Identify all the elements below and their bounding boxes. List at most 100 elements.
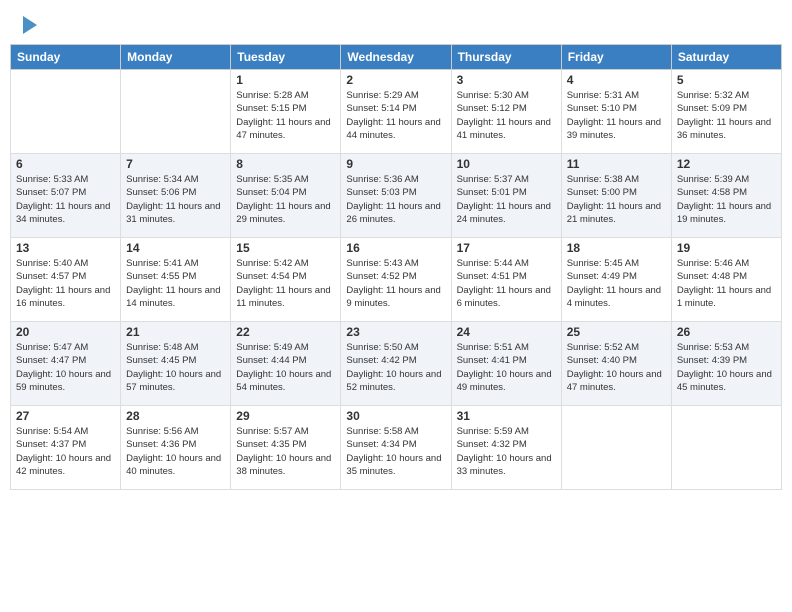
day-info: Sunrise: 5:43 AMSunset: 4:52 PMDaylight:… [346, 257, 445, 310]
calendar-cell: 14 Sunrise: 5:41 AMSunset: 4:55 PMDayligh… [121, 238, 231, 322]
calendar-cell: 22Sunrise: 5:49 AMSunset: 4:44 PMDayligh… [231, 322, 341, 406]
day-number: 15 [236, 241, 335, 255]
day-number: 8 [236, 157, 335, 171]
day-number: 10 [457, 157, 556, 171]
day-info: Sunrise: 5:40 AMSunset: 4:57 PMDaylight:… [16, 257, 115, 310]
day-info: Sunrise: 5:31 AMSunset: 5:10 PMDaylight:… [567, 89, 666, 142]
day-info: Sunrise: 5:29 AMSunset: 5:14 PMDaylight:… [346, 89, 445, 142]
day-info: Sunrise: 5:45 AMSunset: 4:49 PMDaylight:… [567, 257, 666, 310]
column-header-tuesday: Tuesday [231, 45, 341, 70]
logo-arrow-icon [23, 16, 37, 34]
calendar-table: SundayMondayTuesdayWednesdayThursdayFrid… [10, 44, 782, 490]
day-info: Sunrise: 5:30 AMSunset: 5:12 PMDaylight:… [457, 89, 556, 142]
day-info: Sunrise: 5:33 AMSunset: 5:07 PMDaylight:… [16, 173, 115, 226]
day-info: Sunrise: 5:46 AMSunset: 4:48 PMDaylight:… [677, 257, 776, 310]
day-info: Sunrise: 5:44 AMSunset: 4:51 PMDaylight:… [457, 257, 556, 310]
column-header-wednesday: Wednesday [341, 45, 451, 70]
calendar-header-row: SundayMondayTuesdayWednesdayThursdayFrid… [11, 45, 782, 70]
calendar-cell: 24 Sunrise: 5:51 AMSunset: 4:41 PMDayligh… [451, 322, 561, 406]
day-info: Sunrise: 5:37 AMSunset: 5:01 PMDaylight:… [457, 173, 556, 226]
calendar-cell: 15 Sunrise: 5:42 AMSunset: 4:54 PMDayligh… [231, 238, 341, 322]
calendar-cell: 21 Sunrise: 5:48 AMSunset: 4:45 PMDayligh… [121, 322, 231, 406]
calendar-cell: 23Sunrise: 5:50 AMSunset: 4:42 PMDayligh… [341, 322, 451, 406]
calendar-cell: 30 Sunrise: 5:58 AMSunset: 4:34 PMDayligh… [341, 406, 451, 490]
calendar-week-row: 27Sunrise: 5:54 AMSunset: 4:37 PMDayligh… [11, 406, 782, 490]
column-header-saturday: Saturday [671, 45, 781, 70]
day-info: Sunrise: 5:52 AMSunset: 4:40 PMDaylight:… [567, 341, 666, 394]
calendar-cell: 6 Sunrise: 5:33 AMSunset: 5:07 PMDaylight… [11, 154, 121, 238]
calendar-cell: 29 Sunrise: 5:57 AMSunset: 4:35 PMDayligh… [231, 406, 341, 490]
calendar-cell: 16 Sunrise: 5:43 AMSunset: 4:52 PMDayligh… [341, 238, 451, 322]
day-number: 11 [567, 157, 666, 171]
day-number: 13 [16, 241, 115, 255]
column-header-friday: Friday [561, 45, 671, 70]
calendar-cell: 25 Sunrise: 5:52 AMSunset: 4:40 PMDayligh… [561, 322, 671, 406]
calendar-cell: 19 Sunrise: 5:46 AMSunset: 4:48 PMDayligh… [671, 238, 781, 322]
day-info: Sunrise: 5:57 AMSunset: 4:35 PMDaylight:… [236, 425, 335, 478]
calendar-cell: 18 Sunrise: 5:45 AMSunset: 4:49 PMDayligh… [561, 238, 671, 322]
day-number: 20 [16, 325, 115, 339]
day-info: Sunrise: 5:35 AMSunset: 5:04 PMDaylight:… [236, 173, 335, 226]
calendar-cell: 28Sunrise: 5:56 AMSunset: 4:36 PMDayligh… [121, 406, 231, 490]
calendar-week-row: 6 Sunrise: 5:33 AMSunset: 5:07 PMDaylight… [11, 154, 782, 238]
day-number: 24 [457, 325, 556, 339]
day-number: 29 [236, 409, 335, 423]
day-number: 1 [236, 73, 335, 87]
calendar-cell [121, 70, 231, 154]
day-number: 16 [346, 241, 445, 255]
day-info: Sunrise: 5:32 AMSunset: 5:09 PMDaylight:… [677, 89, 776, 142]
day-number: 18 [567, 241, 666, 255]
day-info: Sunrise: 5:39 AMSunset: 4:58 PMDaylight:… [677, 173, 776, 226]
calendar-cell: 26Sunrise: 5:53 AMSunset: 4:39 PMDayligh… [671, 322, 781, 406]
day-info: Sunrise: 5:34 AMSunset: 5:06 PMDaylight:… [126, 173, 225, 226]
day-number: 28 [126, 409, 225, 423]
calendar-week-row: 1 Sunrise: 5:28 AMSunset: 5:15 PMDaylight… [11, 70, 782, 154]
day-number: 19 [677, 241, 776, 255]
calendar-cell [671, 406, 781, 490]
day-number: 6 [16, 157, 115, 171]
calendar-cell: 11 Sunrise: 5:38 AMSunset: 5:00 PMDayligh… [561, 154, 671, 238]
day-info: Sunrise: 5:41 AMSunset: 4:55 PMDaylight:… [126, 257, 225, 310]
day-info: Sunrise: 5:54 AMSunset: 4:37 PMDaylight:… [16, 425, 115, 478]
day-info: Sunrise: 5:51 AMSunset: 4:41 PMDaylight:… [457, 341, 556, 394]
day-info: Sunrise: 5:49 AMSunset: 4:44 PMDaylight:… [236, 341, 335, 394]
day-info: Sunrise: 5:36 AMSunset: 5:03 PMDaylight:… [346, 173, 445, 226]
day-info: Sunrise: 5:59 AMSunset: 4:32 PMDaylight:… [457, 425, 556, 478]
day-info: Sunrise: 5:58 AMSunset: 4:34 PMDaylight:… [346, 425, 445, 478]
calendar-cell: 3 Sunrise: 5:30 AMSunset: 5:12 PMDaylight… [451, 70, 561, 154]
day-number: 3 [457, 73, 556, 87]
calendar-cell: 17Sunrise: 5:44 AMSunset: 4:51 PMDayligh… [451, 238, 561, 322]
calendar-cell: 5 Sunrise: 5:32 AMSunset: 5:09 PMDaylight… [671, 70, 781, 154]
calendar-cell: 1 Sunrise: 5:28 AMSunset: 5:15 PMDaylight… [231, 70, 341, 154]
day-number: 26 [677, 325, 776, 339]
day-number: 12 [677, 157, 776, 171]
calendar-cell: 10 Sunrise: 5:37 AMSunset: 5:01 PMDayligh… [451, 154, 561, 238]
day-info: Sunrise: 5:28 AMSunset: 5:15 PMDaylight:… [236, 89, 335, 142]
day-info: Sunrise: 5:47 AMSunset: 4:47 PMDaylight:… [16, 341, 115, 394]
day-number: 21 [126, 325, 225, 339]
day-number: 5 [677, 73, 776, 87]
calendar-cell: 2 Sunrise: 5:29 AMSunset: 5:14 PMDaylight… [341, 70, 451, 154]
calendar-cell: 8 Sunrise: 5:35 AMSunset: 5:04 PMDaylight… [231, 154, 341, 238]
day-info: Sunrise: 5:50 AMSunset: 4:42 PMDaylight:… [346, 341, 445, 394]
day-number: 30 [346, 409, 445, 423]
day-number: 7 [126, 157, 225, 171]
calendar-cell: 12 Sunrise: 5:39 AMSunset: 4:58 PMDayligh… [671, 154, 781, 238]
day-number: 14 [126, 241, 225, 255]
calendar-cell: 9Sunrise: 5:36 AMSunset: 5:03 PMDaylight… [341, 154, 451, 238]
page-header [10, 10, 782, 40]
calendar-cell: 20 Sunrise: 5:47 AMSunset: 4:47 PMDayligh… [11, 322, 121, 406]
calendar-cell: 31Sunrise: 5:59 AMSunset: 4:32 PMDayligh… [451, 406, 561, 490]
calendar-cell: 13 Sunrise: 5:40 AMSunset: 4:57 PMDayligh… [11, 238, 121, 322]
day-number: 25 [567, 325, 666, 339]
day-info: Sunrise: 5:42 AMSunset: 4:54 PMDaylight:… [236, 257, 335, 310]
day-number: 2 [346, 73, 445, 87]
calendar-cell: 7 Sunrise: 5:34 AMSunset: 5:06 PMDaylight… [121, 154, 231, 238]
column-header-thursday: Thursday [451, 45, 561, 70]
calendar-cell: 27Sunrise: 5:54 AMSunset: 4:37 PMDayligh… [11, 406, 121, 490]
calendar-week-row: 13 Sunrise: 5:40 AMSunset: 4:57 PMDayligh… [11, 238, 782, 322]
day-info: Sunrise: 5:38 AMSunset: 5:00 PMDaylight:… [567, 173, 666, 226]
column-header-sunday: Sunday [11, 45, 121, 70]
day-info: Sunrise: 5:48 AMSunset: 4:45 PMDaylight:… [126, 341, 225, 394]
day-number: 4 [567, 73, 666, 87]
